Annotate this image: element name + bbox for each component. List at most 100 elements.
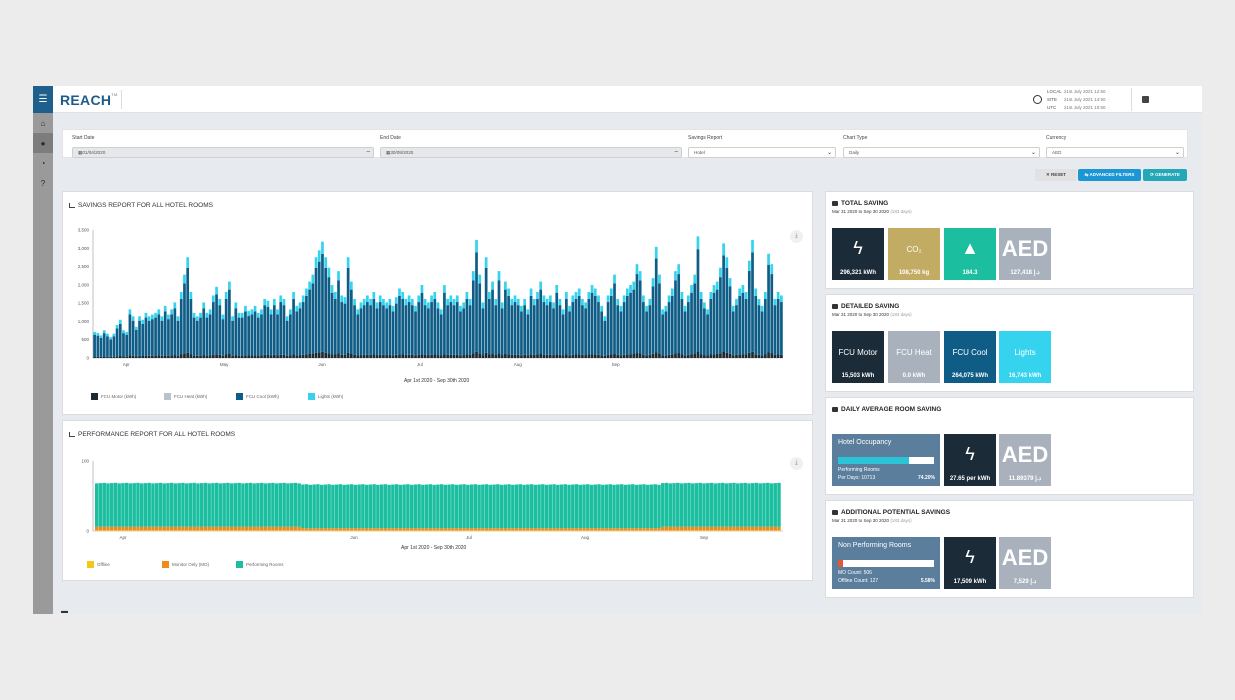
bar-monitor-only — [421, 528, 425, 531]
bed-icon — [832, 407, 838, 412]
bar-performing — [724, 483, 729, 527]
bar-monitor-only — [766, 526, 770, 531]
bar-fcu-cool — [545, 305, 549, 355]
bar-lights — [754, 288, 758, 296]
bar-performing — [676, 482, 680, 527]
currency-select[interactable]: AED ⌄ — [1046, 147, 1184, 158]
help-icon[interactable]: ? — [33, 173, 53, 193]
bar-lights — [173, 302, 177, 309]
additional-savings-range: Mar 31 2020 to Sep 30 2020 (183 days) — [832, 518, 912, 523]
bar-fcu-cool — [134, 330, 138, 357]
bar-performing — [447, 484, 451, 529]
legend-offline[interactable]: Offline — [87, 561, 110, 568]
bar-fcu-cool — [484, 267, 488, 353]
advanced-filters-button[interactable]: ⇋ ADVANCED FILTERS — [1078, 169, 1141, 181]
legend-lights[interactable]: Lights (kWh) — [308, 393, 343, 400]
bar-lights — [452, 298, 456, 306]
bar-lights — [234, 302, 238, 309]
book-icon[interactable] — [1142, 96, 1149, 103]
bar-fcu-motor — [670, 354, 674, 358]
bar-monitor-only — [278, 526, 283, 531]
bar-fcu-motor — [728, 353, 732, 358]
bar-fcu-motor — [134, 356, 138, 358]
legend-swatch — [91, 393, 98, 400]
bar-fcu-motor — [481, 355, 485, 358]
bar-performing — [537, 484, 541, 529]
bar-fcu-motor — [301, 354, 305, 358]
legend-fcu-motor[interactable]: FCU Motor (kWh) — [91, 393, 136, 400]
pie-icon — [832, 304, 838, 309]
bar-performing — [518, 484, 523, 529]
bar-lights — [118, 319, 122, 324]
bar-performing — [181, 482, 185, 527]
bar-offline — [649, 530, 654, 531]
bar-performing — [499, 484, 504, 529]
bar-fcu-cool — [773, 305, 777, 355]
bar-lights — [629, 285, 632, 293]
bar-performing — [398, 484, 403, 529]
bar-fcu-motor — [266, 354, 270, 358]
bar-lights — [202, 302, 206, 309]
bar-offline — [492, 530, 496, 531]
bar-fcu-cool — [757, 305, 761, 355]
legend-monitor-only[interactable]: Monitor Only (MO) — [162, 561, 209, 568]
bar-offline — [413, 530, 418, 531]
bar-monitor-only — [109, 526, 114, 531]
bar-performing — [601, 484, 605, 529]
start-date-field[interactable]: ▦01/04/2020– — [72, 147, 374, 158]
savings-report-select[interactable]: Hotel ⌄ — [688, 147, 836, 158]
bar-lights — [144, 312, 148, 318]
bar-performing — [151, 483, 155, 527]
bar-lights — [122, 330, 125, 334]
home-icon[interactable]: ⌂ — [33, 113, 53, 133]
reset-button[interactable]: ✕ RESET — [1035, 169, 1077, 181]
bar-monitor-only — [552, 528, 556, 531]
bar-fcu-motor — [616, 354, 620, 358]
bar-lights — [510, 298, 514, 306]
bar-fcu-motor — [642, 354, 645, 358]
bar-lights — [635, 264, 639, 275]
bar-monitor-only — [323, 528, 328, 531]
bar-lights — [565, 291, 568, 299]
bar-fcu-motor — [375, 355, 379, 358]
bar-fcu-cool — [211, 302, 215, 355]
bar-fcu-cool — [375, 308, 379, 356]
end-date-field[interactable]: ▦30/09/2020– — [380, 147, 682, 158]
bar-lights — [308, 281, 311, 290]
hamburger-menu-icon[interactable]: ☰ — [33, 86, 53, 113]
legend-swatch — [162, 561, 169, 568]
bar-fcu-cool — [308, 289, 311, 354]
legend-fcu-cool[interactable]: FCU Cool (kWh) — [236, 393, 279, 400]
bar-fcu-motor — [292, 354, 295, 358]
legend-performing-rooms[interactable]: Performing Rooms — [236, 561, 284, 568]
bar-lights — [417, 295, 421, 303]
bar-lights — [683, 305, 687, 312]
bar-monitor-only — [301, 528, 305, 531]
bar-fcu-motor — [285, 355, 289, 358]
bar-lights — [394, 297, 398, 304]
bar-monitor-only — [413, 528, 418, 531]
gauge-icon[interactable]: ◔ — [33, 153, 53, 173]
bar-fcu-motor — [253, 355, 257, 358]
bar-monitor-only — [563, 528, 568, 531]
bar-lights — [183, 274, 186, 284]
legend-fcu-heat[interactable]: FCU Heat (kWh) — [164, 393, 207, 400]
bar-performing — [646, 484, 650, 529]
bar-lights — [760, 305, 764, 312]
bar-performing — [278, 483, 283, 527]
bar-fcu-motor — [391, 355, 395, 358]
reach-logo[interactable]: REACHTM — [60, 92, 118, 108]
bar-fcu-motor — [590, 354, 594, 358]
bar-monitor-only — [259, 526, 264, 531]
bar-fcu-motor — [436, 355, 440, 358]
bar-fcu-motor — [699, 354, 703, 358]
end-date-label: End Date — [380, 135, 401, 141]
bar-monitor-only — [428, 528, 433, 531]
dashboard-icon[interactable]: ● — [33, 133, 53, 153]
bar-fcu-cool — [677, 274, 681, 354]
chart-type-select[interactable]: Daily ⌄ — [843, 147, 1040, 158]
bar-performing — [271, 482, 275, 527]
generate-button[interactable]: ⟳ GENERATE — [1143, 169, 1187, 181]
bar-performing — [548, 484, 553, 529]
bar-offline — [361, 530, 365, 531]
